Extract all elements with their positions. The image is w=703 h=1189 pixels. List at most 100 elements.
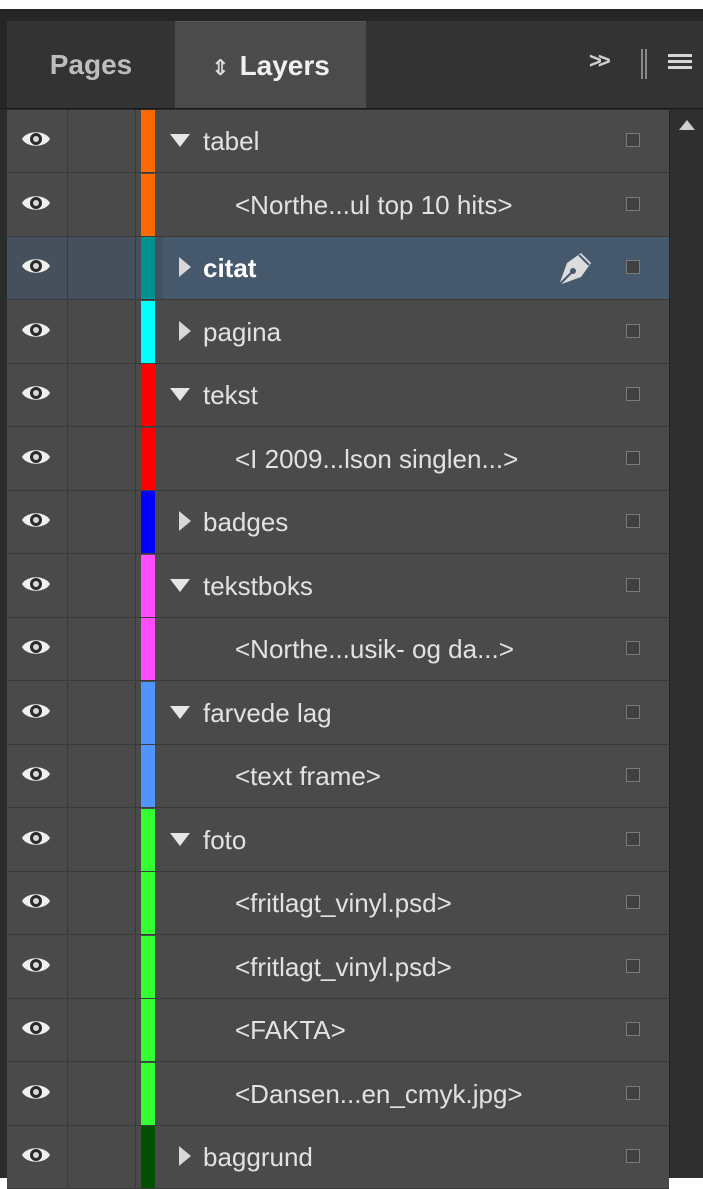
layer-row[interactable]: <fritlagt_vinyl.psd>: [7, 872, 669, 935]
select-item-square[interactable]: [626, 831, 640, 846]
layer-row[interactable]: <fritlagt_vinyl.psd>: [7, 935, 669, 999]
lock-toggle[interactable]: [68, 618, 136, 680]
visibility-toggle[interactable]: [7, 491, 68, 553]
lock-toggle[interactable]: [68, 300, 136, 363]
layer-label[interactable]: <text frame>: [235, 745, 381, 807]
visibility-toggle[interactable]: [7, 1062, 68, 1125]
layer-row[interactable]: tekstboks: [7, 554, 669, 618]
lock-toggle[interactable]: [68, 1126, 136, 1188]
lock-toggle[interactable]: [68, 364, 136, 426]
layer-label[interactable]: <I 2009...lson singlen...>: [235, 428, 518, 490]
select-item-square[interactable]: [626, 260, 640, 274]
lock-toggle[interactable]: [68, 808, 136, 871]
layer-label[interactable]: <fritlagt_vinyl.psd>: [235, 872, 452, 934]
visibility-toggle[interactable]: [7, 618, 68, 680]
visibility-toggle[interactable]: [7, 935, 68, 998]
select-item-square[interactable]: [626, 514, 640, 528]
visibility-toggle[interactable]: [7, 110, 68, 172]
disclosure-triangle-down-icon[interactable]: [170, 705, 190, 719]
visibility-toggle[interactable]: [7, 999, 68, 1061]
disclosure-triangle-down-icon[interactable]: [170, 578, 190, 592]
lock-toggle[interactable]: [68, 554, 136, 617]
lock-toggle[interactable]: [68, 1062, 136, 1125]
select-item-square[interactable]: [626, 1022, 640, 1036]
lock-toggle[interactable]: [68, 999, 136, 1061]
layer-row[interactable]: farvede lag: [7, 681, 669, 745]
tab-pages[interactable]: Pages: [7, 21, 175, 108]
visibility-toggle[interactable]: [7, 300, 68, 363]
scroll-up-arrow-icon[interactable]: [679, 120, 695, 130]
lock-toggle[interactable]: [68, 110, 136, 172]
lock-toggle[interactable]: [68, 935, 136, 998]
visibility-toggle[interactable]: [7, 364, 68, 426]
select-item-square[interactable]: [626, 323, 640, 338]
layer-label[interactable]: tekst: [203, 364, 258, 426]
layer-row[interactable]: citat: [7, 237, 669, 300]
lock-toggle[interactable]: [68, 237, 136, 299]
select-item-square[interactable]: [626, 196, 640, 211]
visibility-toggle[interactable]: [7, 872, 68, 934]
disclosure-triangle-right-icon[interactable]: [179, 320, 191, 341]
lock-toggle[interactable]: [68, 427, 136, 490]
visibility-toggle[interactable]: [7, 681, 68, 744]
layer-label[interactable]: tekstboks: [203, 555, 313, 617]
layer-label[interactable]: pagina: [203, 301, 281, 363]
panel-menu-icon[interactable]: [668, 54, 692, 74]
layer-label[interactable]: <Northe...ul top 10 hits>: [235, 174, 513, 236]
lock-toggle[interactable]: [68, 681, 136, 744]
layer-row[interactable]: <FAKTA>: [7, 999, 669, 1062]
visibility-toggle[interactable]: [7, 745, 68, 807]
visibility-toggle[interactable]: [7, 808, 68, 871]
visibility-toggle[interactable]: [7, 173, 68, 236]
lock-toggle[interactable]: [68, 745, 136, 807]
visibility-toggle[interactable]: [7, 427, 68, 490]
layer-row[interactable]: <I 2009...lson singlen...>: [7, 427, 669, 491]
disclosure-triangle-down-icon[interactable]: [170, 134, 190, 147]
layer-label[interactable]: baggrund: [203, 1126, 313, 1188]
disclosure-triangle-down-icon[interactable]: [170, 832, 190, 846]
layer-row[interactable]: badges: [7, 491, 669, 554]
layer-label[interactable]: <FAKTA>: [235, 999, 346, 1061]
lock-toggle[interactable]: [68, 491, 136, 553]
lock-toggle[interactable]: [68, 872, 136, 934]
select-item-square[interactable]: [626, 641, 640, 655]
layer-label[interactable]: <fritlagt_vinyl.psd>: [235, 936, 452, 998]
layer-row[interactable]: tabel: [7, 110, 669, 173]
select-item-square[interactable]: [626, 577, 640, 592]
panel-grip-icon[interactable]: [641, 49, 647, 79]
layer-row[interactable]: <Northe...ul top 10 hits>: [7, 173, 669, 237]
select-item-square[interactable]: [626, 768, 640, 782]
disclosure-triangle-right-icon[interactable]: [179, 257, 191, 277]
select-item-square[interactable]: [626, 958, 640, 973]
select-item-square[interactable]: [626, 450, 640, 465]
visibility-toggle[interactable]: [7, 1126, 68, 1188]
scrollbar[interactable]: [669, 110, 703, 1178]
layer-row[interactable]: pagina: [7, 300, 669, 364]
visibility-toggle[interactable]: [7, 237, 68, 299]
select-item-square[interactable]: [626, 895, 640, 909]
select-item-square[interactable]: [626, 133, 640, 147]
layer-row[interactable]: foto: [7, 808, 669, 872]
select-item-square[interactable]: [626, 1149, 640, 1163]
disclosure-triangle-down-icon[interactable]: [170, 388, 190, 401]
select-item-square[interactable]: [626, 704, 640, 719]
select-item-square[interactable]: [626, 1085, 640, 1100]
layer-row[interactable]: tekst: [7, 364, 669, 427]
layer-label[interactable]: <Northe...usik- og da...>: [235, 618, 514, 680]
lock-toggle[interactable]: [68, 173, 136, 236]
select-item-square[interactable]: [626, 387, 640, 401]
disclosure-triangle-right-icon[interactable]: [179, 511, 191, 531]
disclosure-triangle-right-icon[interactable]: [179, 1146, 191, 1166]
layer-label[interactable]: <Dansen...en_cmyk.jpg>: [235, 1063, 523, 1125]
layer-label[interactable]: tabel: [203, 110, 259, 172]
layer-row[interactable]: <Dansen...en_cmyk.jpg>: [7, 1062, 669, 1126]
collapse-panel-icon[interactable]: >>: [589, 48, 611, 74]
layer-row[interactable]: <text frame>: [7, 745, 669, 808]
tab-layers[interactable]: ⇕ Layers: [175, 21, 366, 108]
layer-label[interactable]: foto: [203, 809, 246, 871]
layer-label[interactable]: farvede lag: [203, 682, 332, 744]
layer-row[interactable]: baggrund: [7, 1126, 669, 1189]
layer-label[interactable]: citat: [203, 237, 256, 299]
visibility-toggle[interactable]: [7, 554, 68, 617]
layer-row[interactable]: <Northe...usik- og da...>: [7, 618, 669, 681]
